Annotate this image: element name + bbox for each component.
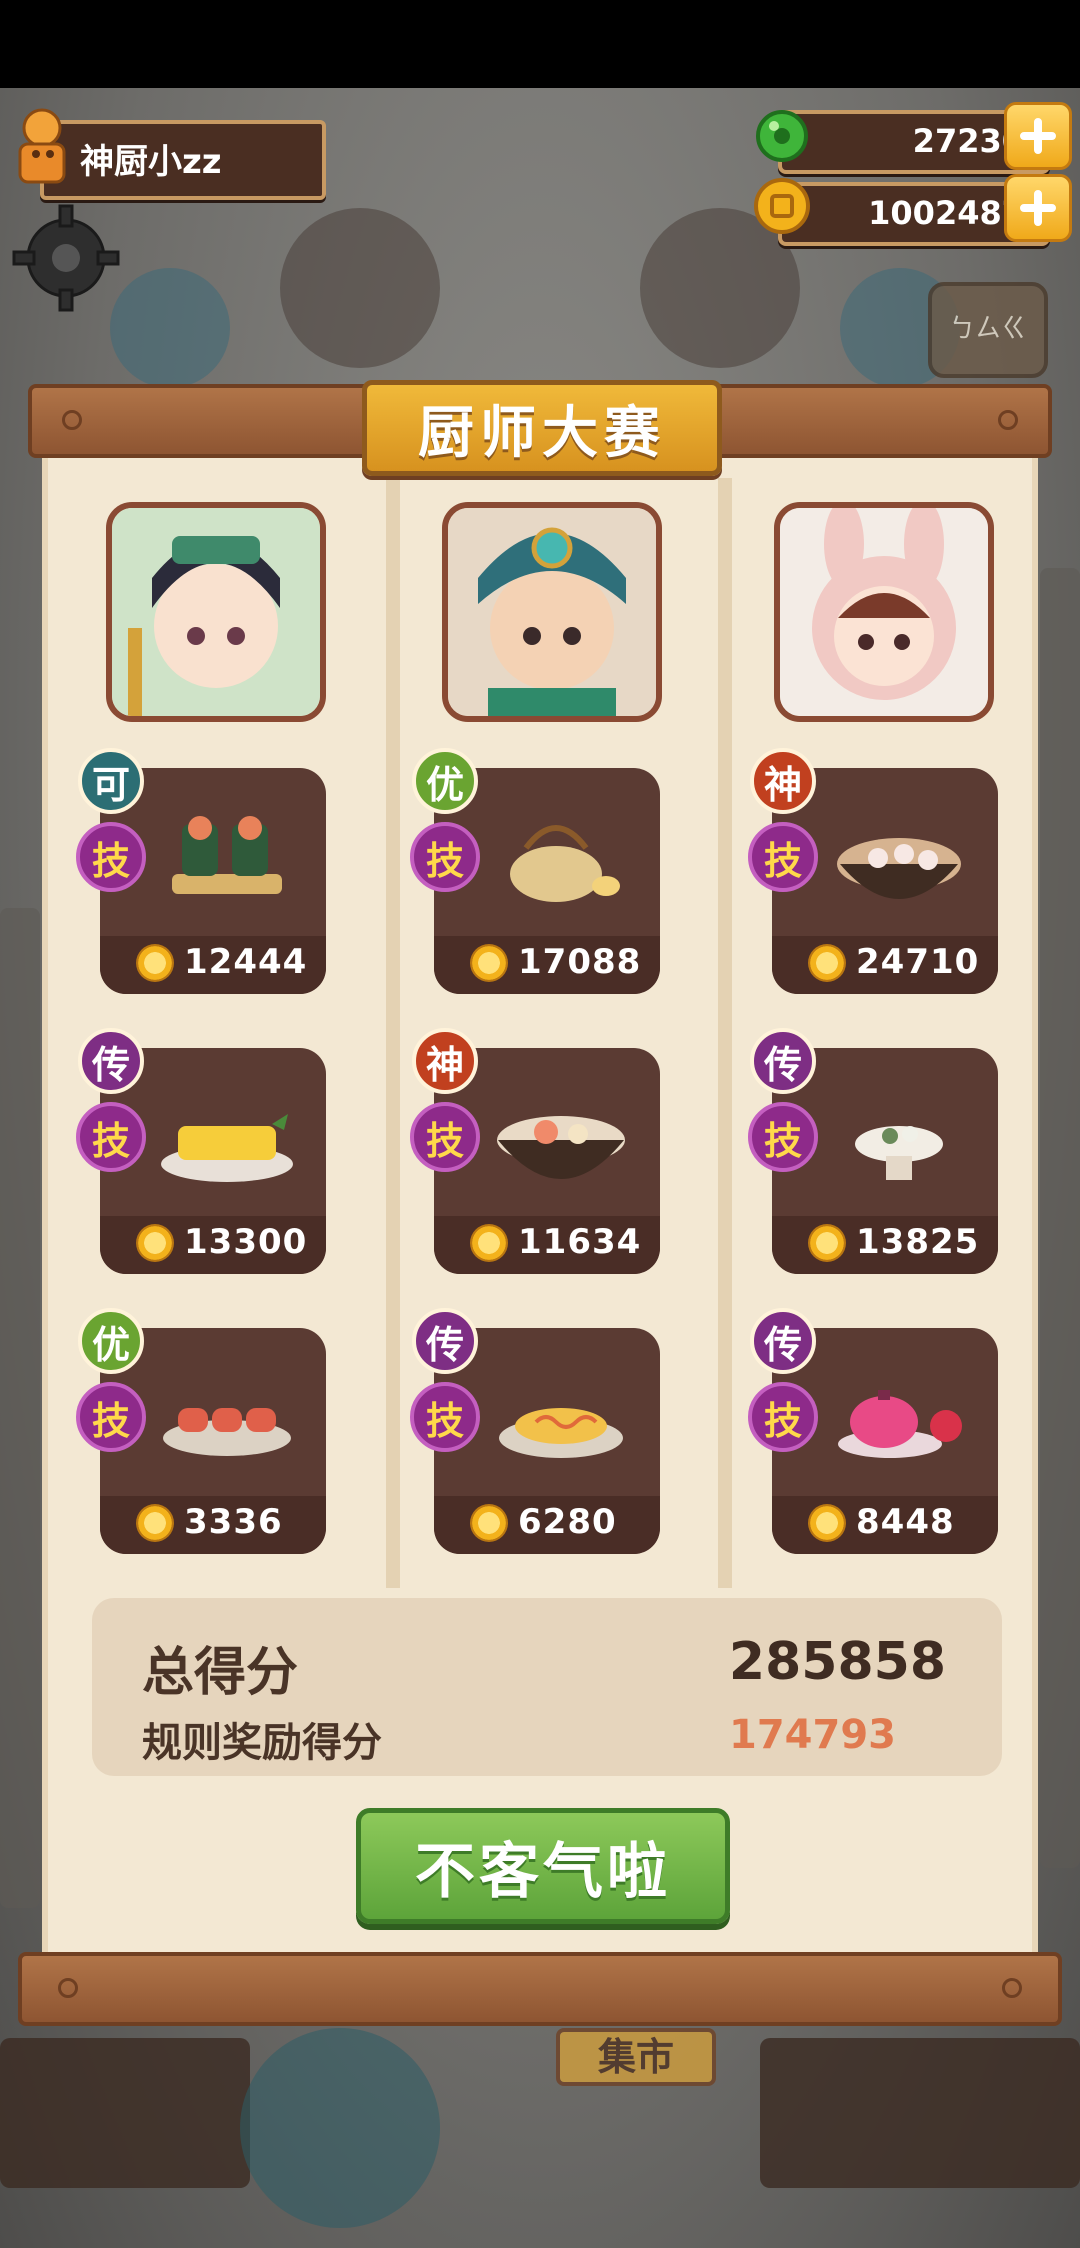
hotpot-icon [497, 1116, 625, 1179]
meat-rolls-icon [163, 1408, 291, 1456]
teapot-shrimp-icon [510, 825, 620, 902]
add-jade-button[interactable] [1004, 102, 1072, 170]
plus-icon [1020, 190, 1056, 226]
chef-avatar-icon[interactable] [6, 108, 78, 192]
bg-pillar-left [0, 908, 40, 1908]
player-name-plate[interactable]: 神厨小zz [40, 120, 326, 200]
dish-grade-badge: 神 [412, 1028, 478, 1094]
dish-price: 24710 [856, 942, 980, 982]
coin-icon [808, 1504, 846, 1542]
coin-icon [754, 178, 810, 234]
bonus-score-label: 规则奖励得分 [142, 1720, 382, 1766]
bg-stall-left [0, 2038, 250, 2188]
chef-musician-avatar [112, 508, 320, 716]
plus-icon [1020, 118, 1056, 154]
coin-icon [808, 944, 846, 982]
chef-avatar-2[interactable] [442, 502, 662, 722]
dish-grade-badge: 传 [750, 1308, 816, 1374]
score-summary: 总得分 285858 规则奖励得分 174793 [92, 1598, 1002, 1776]
coin-icon [136, 944, 174, 982]
skill-badge[interactable]: 技 [748, 1382, 818, 1452]
dish-price: 13300 [184, 1222, 308, 1262]
coin-icon [470, 1224, 508, 1262]
contest-title-plaque: 厨师大赛 [362, 380, 722, 476]
dish-price: 6280 [518, 1502, 617, 1542]
bg-lotus-left [110, 268, 230, 388]
dish-grade-badge: 优 [412, 748, 478, 814]
bg-character-left [280, 208, 440, 368]
jade-orb-icon [756, 110, 808, 162]
dish-grade-badge: 传 [78, 1028, 144, 1094]
dish-price: 11634 [518, 1222, 642, 1262]
dumpling-pot-icon [837, 838, 961, 899]
settings-gear-icon[interactable] [6, 198, 126, 318]
coin-icon [136, 1224, 174, 1262]
contest-title: 厨师大赛 [418, 400, 666, 466]
dish-price: 13825 [856, 1222, 980, 1262]
sushi-roll-icon [172, 816, 282, 894]
shop-sign: 集市 [556, 2028, 716, 2086]
coin-icon [470, 1504, 508, 1542]
column-divider [718, 478, 732, 1588]
skill-badge[interactable]: 技 [410, 1102, 480, 1172]
dish-price: 3336 [184, 1502, 283, 1542]
coin-icon [470, 944, 508, 982]
confirm-button[interactable]: 不客气啦 [356, 1808, 730, 1924]
chef-bunny-avatar [780, 508, 988, 716]
rose-tea-icon [838, 1390, 962, 1458]
skill-badge[interactable]: 技 [410, 822, 480, 892]
skill-badge[interactable]: 技 [76, 822, 146, 892]
corn-cake-icon [161, 1114, 293, 1182]
dish-grade-badge: 传 [412, 1308, 478, 1374]
skill-badge[interactable]: 技 [748, 822, 818, 892]
player-name: 神厨小zz [80, 142, 222, 182]
skill-badge[interactable]: 技 [76, 1382, 146, 1452]
noodle-plate-icon [499, 1408, 623, 1458]
dish-grade-badge: 神 [750, 748, 816, 814]
dish-grade-badge: 可 [78, 748, 144, 814]
chef-opera-avatar [448, 508, 656, 716]
bg-vendor-character [240, 2028, 440, 2228]
dish-grade-badge: 传 [750, 1028, 816, 1094]
bonus-score-value: 174793 [729, 1712, 896, 1758]
bg-pillar-right [1040, 568, 1080, 1868]
steamed-bowl-icon [855, 1126, 943, 1180]
dish-price: 8448 [856, 1502, 955, 1542]
column-divider [386, 478, 400, 1588]
bg-signboard: ㄅㄙㄍ [928, 282, 1048, 378]
chef-avatar-3[interactable] [774, 502, 994, 722]
coin-value: 1002487 [868, 194, 1024, 232]
total-score-label: 总得分 [142, 1643, 299, 1703]
skill-badge[interactable]: 技 [748, 1102, 818, 1172]
skill-badge[interactable]: 技 [76, 1102, 146, 1172]
confirm-button-label: 不客气啦 [415, 1836, 671, 1907]
total-score-value: 285858 [728, 1632, 946, 1692]
dish-price: 17088 [518, 942, 642, 982]
coin-icon [808, 1224, 846, 1262]
scroll-bar-bottom [18, 1952, 1062, 2026]
bg-stall-right [760, 2038, 1080, 2188]
dish-grade-badge: 优 [78, 1308, 144, 1374]
dish-price: 12444 [184, 942, 308, 982]
coin-icon [136, 1504, 174, 1542]
add-coin-button[interactable] [1004, 174, 1072, 242]
skill-badge[interactable]: 技 [410, 1382, 480, 1452]
chef-avatar-1[interactable] [106, 502, 326, 722]
